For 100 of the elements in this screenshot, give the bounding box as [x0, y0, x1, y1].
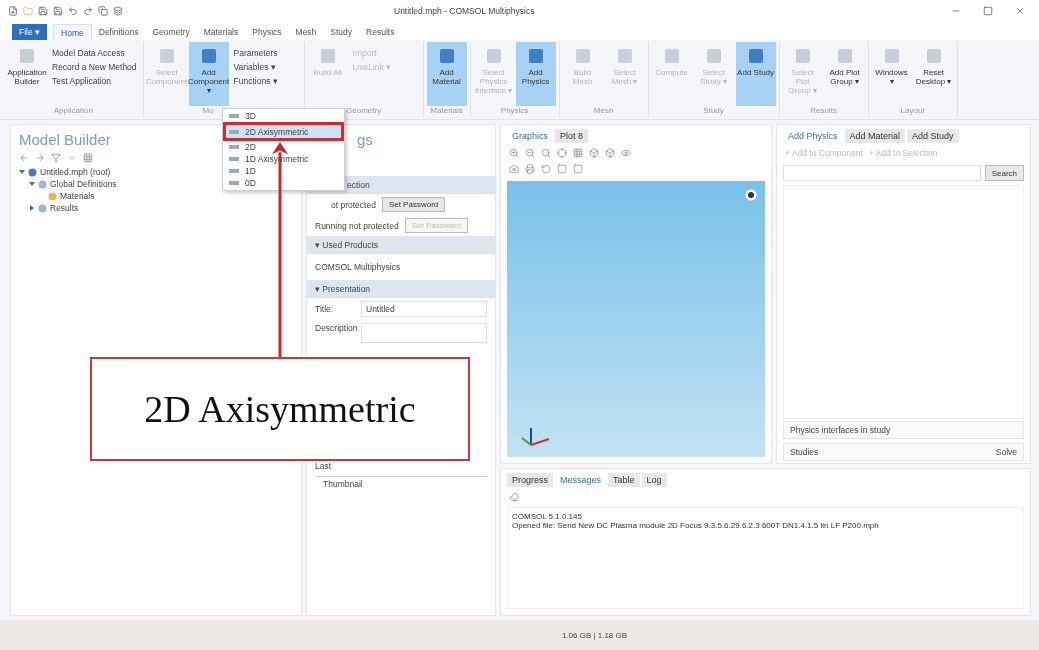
- field-label: Running not protected: [315, 220, 399, 231]
- ribbon-tab[interactable]: Mesh: [288, 24, 324, 40]
- filter-icon[interactable]: [51, 153, 61, 163]
- ribbon-tab[interactable]: Physics: [245, 24, 289, 40]
- ribbon-button[interactable]: Application Builder: [7, 42, 47, 106]
- new-file-icon[interactable]: [8, 6, 18, 16]
- undo-icon[interactable]: [68, 6, 78, 16]
- panel-tab[interactable]: Plot 8: [555, 129, 589, 143]
- eye-icon[interactable]: [621, 148, 631, 158]
- zoom-out-icon[interactable]: [525, 148, 535, 158]
- group-label: Mo: [202, 106, 214, 117]
- panel-tab[interactable]: Progress: [507, 473, 553, 487]
- grid-icon[interactable]: [83, 153, 93, 163]
- column-header: Solve: [995, 447, 1017, 457]
- expand-caret[interactable]: [29, 180, 35, 188]
- tree-item[interactable]: Global Definitions: [50, 179, 117, 189]
- search-button[interactable]: Search: [984, 165, 1024, 181]
- square-icon[interactable]: [557, 164, 567, 174]
- panel-tab[interactable]: Log: [641, 473, 667, 487]
- node-icon: [38, 203, 47, 213]
- ribbon-command[interactable]: Model Data Access: [52, 48, 137, 58]
- menu-item[interactable]: 2D Axisymmetric: [223, 122, 344, 141]
- back-icon[interactable]: [19, 153, 29, 163]
- copy-icon[interactable]: [98, 6, 108, 16]
- grid-icon[interactable]: [573, 148, 583, 158]
- panel-tab[interactable]: Table: [608, 473, 640, 487]
- ribbon-tab[interactable]: Study: [323, 24, 360, 40]
- panel-tab[interactable]: Add Study: [907, 129, 959, 143]
- node-icon: [48, 191, 57, 201]
- message-line: Opened file: Send New DC Plasma module 2D Focus 9.3.5.6.29.6.2.3 600T DN1.4.1.5 lin LF P200.mph: [512, 521, 880, 530]
- expand-caret[interactable]: [29, 204, 35, 212]
- square-icon[interactable]: [573, 164, 583, 174]
- group-title: Thumbnail: [323, 479, 363, 489]
- ribbon-button[interactable]: Add Component ▾: [188, 42, 229, 106]
- menu-item[interactable]: 1D: [223, 165, 344, 177]
- search-field[interactable]: [783, 165, 981, 181]
- column-header: Studies: [790, 447, 819, 457]
- forward-icon[interactable]: [35, 153, 45, 163]
- folder-icon[interactable]: [23, 6, 33, 16]
- ribbon-tab[interactable]: Materials: [196, 24, 246, 40]
- save-icon[interactable]: [38, 6, 48, 16]
- panel-tab[interactable]: Graphics: [507, 129, 553, 143]
- ribbon-tab[interactable]: Home: [53, 24, 92, 40]
- layers-icon[interactable]: [113, 6, 123, 16]
- ribbon-button[interactable]: Add Study: [735, 42, 776, 106]
- cube-icon[interactable]: [589, 148, 599, 158]
- product-name: COMSOL Multiphysics: [315, 262, 401, 272]
- group-label: Results: [809, 106, 838, 117]
- panel-title: Model Builder: [18, 130, 112, 150]
- dropdown-icon[interactable]: [67, 153, 77, 163]
- title-field[interactable]: Untitled: [361, 301, 487, 317]
- menu-item[interactable]: 2D: [223, 141, 344, 153]
- ribbon-command[interactable]: Functions ▾: [233, 76, 298, 86]
- ribbon-button[interactable]: Add Physics: [515, 42, 556, 106]
- ribbon-button[interactable]: Windows ▾: [871, 42, 912, 106]
- square-icon: [17, 46, 37, 66]
- maximize-icon[interactable]: [983, 6, 993, 16]
- ribbon-command[interactable]: Test Application: [52, 76, 137, 86]
- close-icon[interactable]: [1015, 6, 1025, 16]
- ribbon-command[interactable]: Variables ▾: [233, 62, 298, 72]
- description-field[interactable]: [361, 323, 487, 343]
- node-icon: [28, 167, 37, 177]
- field-label: Title:: [315, 304, 335, 314]
- ribbon-tab[interactable]: Results: [359, 24, 402, 40]
- crosshair-icon[interactable]: [557, 148, 567, 158]
- tree-item[interactable]: Results: [50, 203, 79, 213]
- expand-caret[interactable]: [19, 168, 25, 176]
- save-icon[interactable]: [53, 6, 63, 16]
- redo-icon[interactable]: [83, 6, 93, 16]
- file-menu-button[interactable]: File ▾: [12, 24, 48, 40]
- section-title[interactable]: ▾ Presentation: [315, 284, 371, 294]
- rotate-icon[interactable]: [541, 164, 551, 174]
- view-icon[interactable]: [745, 189, 757, 201]
- ribbon-command[interactable]: Record a New Method: [52, 62, 137, 72]
- camera-icon[interactable]: [509, 164, 519, 174]
- ribbon-tab[interactable]: Geometry: [145, 24, 197, 40]
- ribbon-command[interactable]: Parameters: [233, 48, 298, 58]
- ribbon-button[interactable]: Add Material: [426, 42, 467, 106]
- cube-icon[interactable]: [605, 148, 615, 158]
- search-icon[interactable]: [541, 148, 551, 158]
- panel-tab[interactable]: Add Material: [844, 129, 906, 143]
- panel-tab[interactable]: Messages: [555, 473, 607, 487]
- ribbon-button[interactable]: Add Plot Group ▾: [824, 42, 865, 106]
- ribbon-tab[interactable]: Definitions: [91, 24, 146, 40]
- section-title[interactable]: ection: [347, 180, 370, 190]
- panel-tab[interactable]: Add Physics: [783, 129, 843, 143]
- section-title[interactable]: ▾ Used Products: [315, 240, 379, 250]
- message-line: COMSOL 5.1.0.145: [512, 512, 583, 521]
- set-password-button[interactable]: Set Password: [381, 197, 446, 212]
- tree-item[interactable]: Materials: [60, 191, 95, 201]
- printer-icon[interactable]: [525, 164, 535, 174]
- tree-item[interactable]: Untitled.mph (root): [40, 167, 111, 177]
- ribbon-button[interactable]: Reset Desktop ▾: [913, 42, 954, 106]
- group-label: Physics: [499, 106, 530, 117]
- menu-item[interactable]: 0D: [223, 177, 344, 189]
- eraser-icon[interactable]: [509, 492, 519, 502]
- zoom-in-icon[interactable]: [509, 148, 519, 158]
- menu-item[interactable]: 3D: [223, 110, 344, 122]
- callout-label: 2D Axisymmetric: [90, 357, 470, 461]
- field-label: Description: [315, 323, 355, 333]
